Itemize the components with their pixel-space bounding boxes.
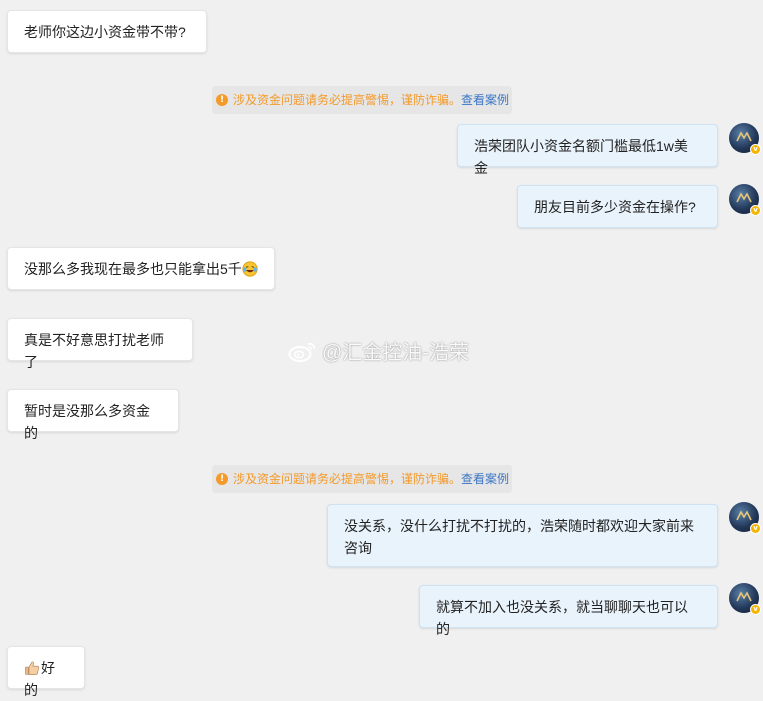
fraud-warning-notice: ! 涉及资金问题请务必提高警惕，谨防诈骗。 查看案例: [212, 86, 512, 114]
view-cases-link[interactable]: 查看案例: [461, 86, 509, 114]
vip-badge-icon: v: [750, 604, 761, 615]
avatar[interactable]: v: [729, 123, 761, 155]
chat-area: 老师你这边小资金带不带? ! 涉及资金问题请务必提高警惕，谨防诈骗。 查看案例 …: [0, 0, 763, 698]
message-text: 就算不加入也没关系，就当聊聊天也可以的: [436, 599, 688, 637]
message-bubble-received[interactable]: 好的: [7, 646, 85, 698]
watermark-text: @汇金控油-浩荣: [322, 342, 469, 364]
message-bubble-sent[interactable]: 就算不加入也没关系，就当聊聊天也可以的: [419, 585, 718, 637]
message-text: 浩荣团队小资金名额门槛最低1w美金: [474, 138, 688, 176]
avatar-logo-icon: [736, 591, 752, 602]
avatar[interactable]: v: [729, 583, 761, 615]
vip-badge-icon: v: [750, 144, 761, 155]
vip-badge-icon: v: [750, 523, 761, 534]
message-text: 没关系，没什么打扰不打扰的，浩荣随时都欢迎大家前来咨询: [344, 518, 694, 556]
laughing-tears-emoji-icon: [242, 261, 258, 277]
message-bubble-sent[interactable]: 浩荣团队小资金名额门槛最低1w美金: [457, 124, 718, 176]
fraud-warning-notice: ! 涉及资金问题请务必提高警惕，谨防诈骗。 查看案例: [212, 465, 512, 493]
warning-icon: !: [216, 473, 228, 485]
message-text: 真是不好意思打扰老师了: [24, 332, 164, 370]
message-bubble-received[interactable]: 老师你这边小资金带不带?: [7, 10, 207, 53]
message-bubble-received[interactable]: 暂时是没那么多资金的: [7, 389, 179, 441]
view-cases-link[interactable]: 查看案例: [461, 465, 509, 493]
notice-text: 涉及资金问题请务必提高警惕，谨防诈骗。: [233, 472, 462, 486]
weibo-icon: [288, 342, 316, 362]
message-bubble-sent[interactable]: 没关系，没什么打扰不打扰的，浩荣随时都欢迎大家前来咨询: [327, 504, 718, 567]
message-bubble-sent[interactable]: 朋友目前多少资金在操作?: [517, 185, 718, 228]
thumbs-up-emoji-icon: [25, 661, 39, 675]
message-text: 老师你这边小资金带不带?: [24, 24, 186, 40]
message-bubble-received[interactable]: 真是不好意思打扰老师了: [7, 318, 193, 370]
avatar[interactable]: v: [729, 502, 761, 534]
message-text: 没那么多我现在最多也只能拿出5千: [24, 261, 242, 277]
message-bubble-received[interactable]: 没那么多我现在最多也只能拿出5千: [7, 247, 275, 290]
vip-badge-icon: v: [750, 205, 761, 216]
watermark: @汇金控油-浩荣: [288, 336, 469, 365]
message-text: 暂时是没那么多资金的: [24, 403, 150, 441]
notice-text: 涉及资金问题请务必提高警惕，谨防诈骗。: [233, 93, 462, 107]
avatar-logo-icon: [736, 192, 752, 203]
avatar-logo-icon: [736, 510, 752, 521]
warning-icon: !: [216, 94, 228, 106]
avatar-logo-icon: [736, 131, 752, 142]
avatar[interactable]: v: [729, 184, 761, 216]
message-text: 朋友目前多少资金在操作?: [534, 199, 696, 215]
